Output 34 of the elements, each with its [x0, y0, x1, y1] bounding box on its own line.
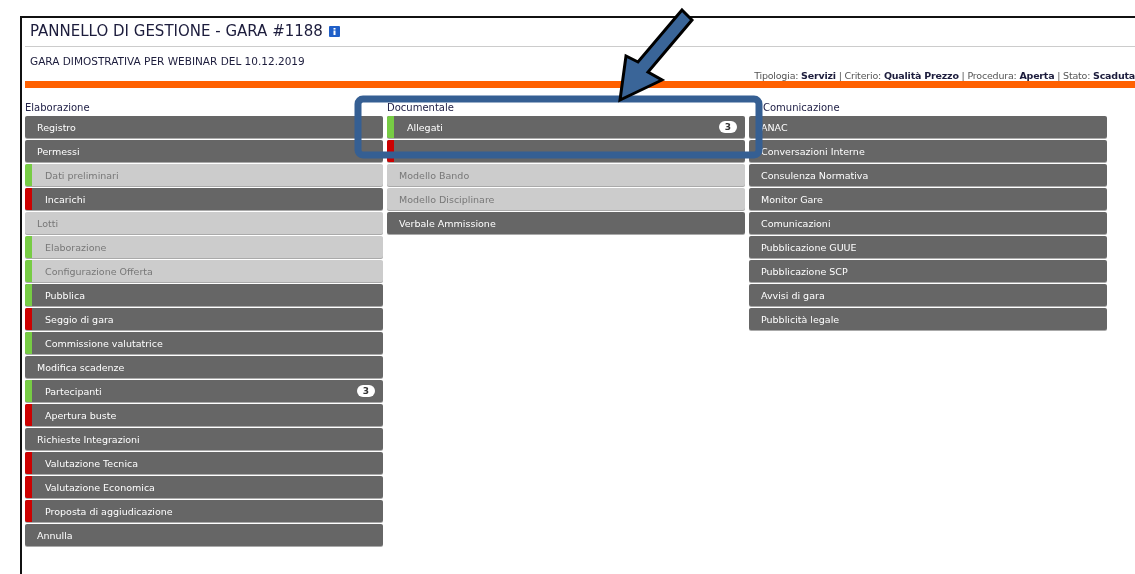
- menu-item[interactable]: Allegati 3: [387, 116, 745, 138]
- section-heading: Documentale: [387, 102, 455, 114]
- menu-item[interactable]: Seggio di gara: [25, 308, 383, 330]
- count-badge: 3: [718, 121, 737, 133]
- tender-subtitle: GARA DIMOSTRATIVA PER WEBINAR DEL 10.12.2019: [29, 54, 306, 67]
- menu-item[interactable]: Comunicazioni: [749, 212, 1107, 234]
- page-title: PANNELLO DI GESTIONE - GARA #1188: [30, 22, 323, 40]
- menu-item[interactable]: Avvisi di gara: [749, 284, 1107, 306]
- tender-details: Tipologia: Servizi | Criterio: Qualità Prezzo | Procedura: Aperta | Stato: Scaduta: [754, 70, 1135, 81]
- menu-item[interactable]: Proposta di aggiudicazione: [25, 500, 383, 522]
- section-heading: Comunicazione: [763, 102, 841, 114]
- menu-item[interactable]: Valutazione Tecnica: [25, 452, 383, 474]
- menu-item[interactable]: Partecipanti 3: [25, 380, 383, 402]
- menu-item[interactable]: Commissione valutatrice: [25, 332, 383, 354]
- menu-item[interactable]: Conversazioni Interne: [749, 140, 1107, 162]
- count-badge: 3: [356, 385, 375, 397]
- menu-item[interactable]: Pubblicazione GUUE: [749, 236, 1107, 258]
- menu-item[interactable]: Permessi: [25, 140, 383, 162]
- info-icon[interactable]: [328, 25, 340, 37]
- menu-item[interactable]: Consulenza Normativa: [749, 164, 1107, 186]
- menu-item[interactable]: Incarichi: [25, 188, 383, 210]
- section-heading: Elaborazione: [25, 102, 91, 114]
- menu-item[interactable]: Registro: [25, 116, 383, 138]
- menu-item[interactable]: Monitor Gare: [749, 188, 1107, 210]
- menu-item[interactable]: Modifica scadenze: [25, 356, 383, 378]
- menu-item[interactable]: Verbale Ammissione: [387, 212, 745, 234]
- menu-item[interactable]: Richieste Integrazioni: [25, 428, 383, 450]
- menu-item[interactable]: Annulla: [25, 524, 383, 546]
- menu-item[interactable]: Pubblicità legale: [749, 308, 1107, 330]
- menu-item[interactable]: ANAC: [749, 116, 1107, 138]
- menu-item[interactable]: Apertura buste: [25, 404, 383, 426]
- menu-item[interactable]: Valutazione Economica: [25, 476, 383, 498]
- menu-item[interactable]: Pubblicazione SCP: [749, 260, 1107, 282]
- menu-item[interactable]: Pubblica: [25, 284, 383, 306]
